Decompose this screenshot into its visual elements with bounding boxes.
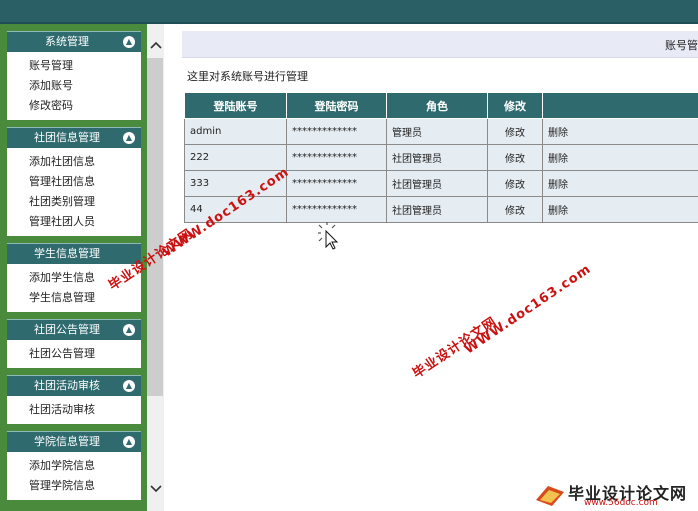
panel-title: 系统管理 [45,35,89,48]
table-row: 222 ************* 社团管理员 修改 删除 [184,144,698,171]
panel-header-system[interactable]: 系统管理 ▲ [7,31,141,52]
column-header-edit: 修改 [487,92,543,119]
sidebar-item-account-manage[interactable]: 账号管理 [7,56,141,76]
cell-role: 管理员 [386,118,488,145]
cell-account: admin [184,118,287,145]
table-header-row: 登陆账号 登陆密码 角色 修改 [184,92,698,119]
sidebar-item-club-category[interactable]: 社团类别管理 [7,192,141,212]
sidebar-panel-club-info: 社团信息管理 ▲ 添加社团信息 管理社团信息 社团类别管理 管理社团人员 [7,127,141,236]
scroll-down-arrow-icon[interactable] [147,482,164,498]
cell-role: 社团管理员 [386,196,488,223]
sidebar-item-add-account[interactable]: 添加账号 [7,76,141,96]
delete-link[interactable]: 删除 [542,196,698,223]
collapse-icon[interactable]: ▲ [123,132,135,144]
main-content: 账号管 这里对系统账号进行管理 登陆账号 登陆密码 角色 修改 admin **… [164,24,698,511]
breadcrumb-bar: 账号管 [182,31,698,58]
sidebar-item-activity-review[interactable]: 社团活动审核 [7,400,141,420]
top-header-bar [0,0,698,24]
column-header-role: 角色 [386,92,488,119]
sidebar-item-manage-club[interactable]: 管理社团信息 [7,172,141,192]
panel-title: 社团活动审核 [34,379,100,392]
delete-link[interactable]: 删除 [542,170,698,197]
panel-title: 学院信息管理 [34,435,100,448]
page-description: 这里对系统账号进行管理 [187,70,308,83]
panel-header-announcement[interactable]: 社团公告管理 ▲ [7,319,141,340]
panel-header-activity[interactable]: 社团活动审核 ▲ [7,375,141,396]
panel-title: 社团信息管理 [34,131,100,144]
panel-title: 学生信息管理 [34,247,100,260]
collapse-icon[interactable]: ▲ [123,380,135,392]
sidebar-item-club-members[interactable]: 管理社团人员 [7,212,141,232]
panel-title: 社团公告管理 [34,323,100,336]
delete-link[interactable]: 删除 [542,118,698,145]
sidebar-panel-college: 学院信息管理 ▲ 添加学院信息 管理学院信息 [7,431,141,500]
column-header-password: 登陆密码 [286,92,387,119]
accounts-table: 登陆账号 登陆密码 角色 修改 admin ************* 管理员 … [184,92,698,223]
sidebar-panel-announcement: 社团公告管理 ▲ 社团公告管理 [7,319,141,368]
cell-role: 社团管理员 [386,170,488,197]
edit-link[interactable]: 修改 [487,144,543,171]
column-header-delete [542,92,698,119]
panel-header-student[interactable]: 学生信息管理 [7,243,141,264]
breadcrumb: 账号管 [665,39,698,52]
logo-url: www.56doc.com [584,498,658,508]
collapse-icon[interactable]: ▲ [123,436,135,448]
edit-link[interactable]: 修改 [487,196,543,223]
sidebar-panel-activity: 社团活动审核 ▲ 社团活动审核 [7,375,141,424]
edit-link[interactable]: 修改 [487,170,543,197]
cell-account: 222 [184,144,287,171]
cell-password: ************* [286,196,387,223]
collapse-icon[interactable]: ▲ [123,36,135,48]
sidebar-item-announcement-manage[interactable]: 社团公告管理 [7,344,141,364]
sidebar-item-college-manage[interactable]: 管理学院信息 [7,476,141,496]
panel-header-club-info[interactable]: 社团信息管理 ▲ [7,127,141,148]
collapse-icon[interactable]: ▲ [123,324,135,336]
delete-link[interactable]: 删除 [542,144,698,171]
sidebar-item-add-college[interactable]: 添加学院信息 [7,456,141,476]
panel-header-college[interactable]: 学院信息管理 ▲ [7,431,141,452]
logo-emblem-icon [536,486,564,506]
cell-role: 社团管理员 [386,144,488,171]
edit-link[interactable]: 修改 [487,118,543,145]
scroll-up-arrow-icon[interactable] [147,38,164,54]
cell-password: ************* [286,144,387,171]
mouse-cursor-icon [318,222,339,250]
table-row: 44 ************* 社团管理员 修改 删除 [184,196,698,223]
column-header-account: 登陆账号 [184,92,287,119]
sidebar-item-change-password[interactable]: 修改密码 [7,96,141,116]
scrollbar-thumb[interactable] [147,58,163,396]
sidebar-item-student-manage[interactable]: 学生信息管理 [7,288,141,308]
table-row: admin ************* 管理员 修改 删除 [184,118,698,145]
sidebar-panel-system: 系统管理 ▲ 账号管理 添加账号 修改密码 [7,31,141,120]
cell-password: ************* [286,170,387,197]
site-logo: 毕业设计论文网 www.56doc.com [530,478,698,511]
sidebar-item-add-club[interactable]: 添加社团信息 [7,152,141,172]
cell-password: ************* [286,118,387,145]
